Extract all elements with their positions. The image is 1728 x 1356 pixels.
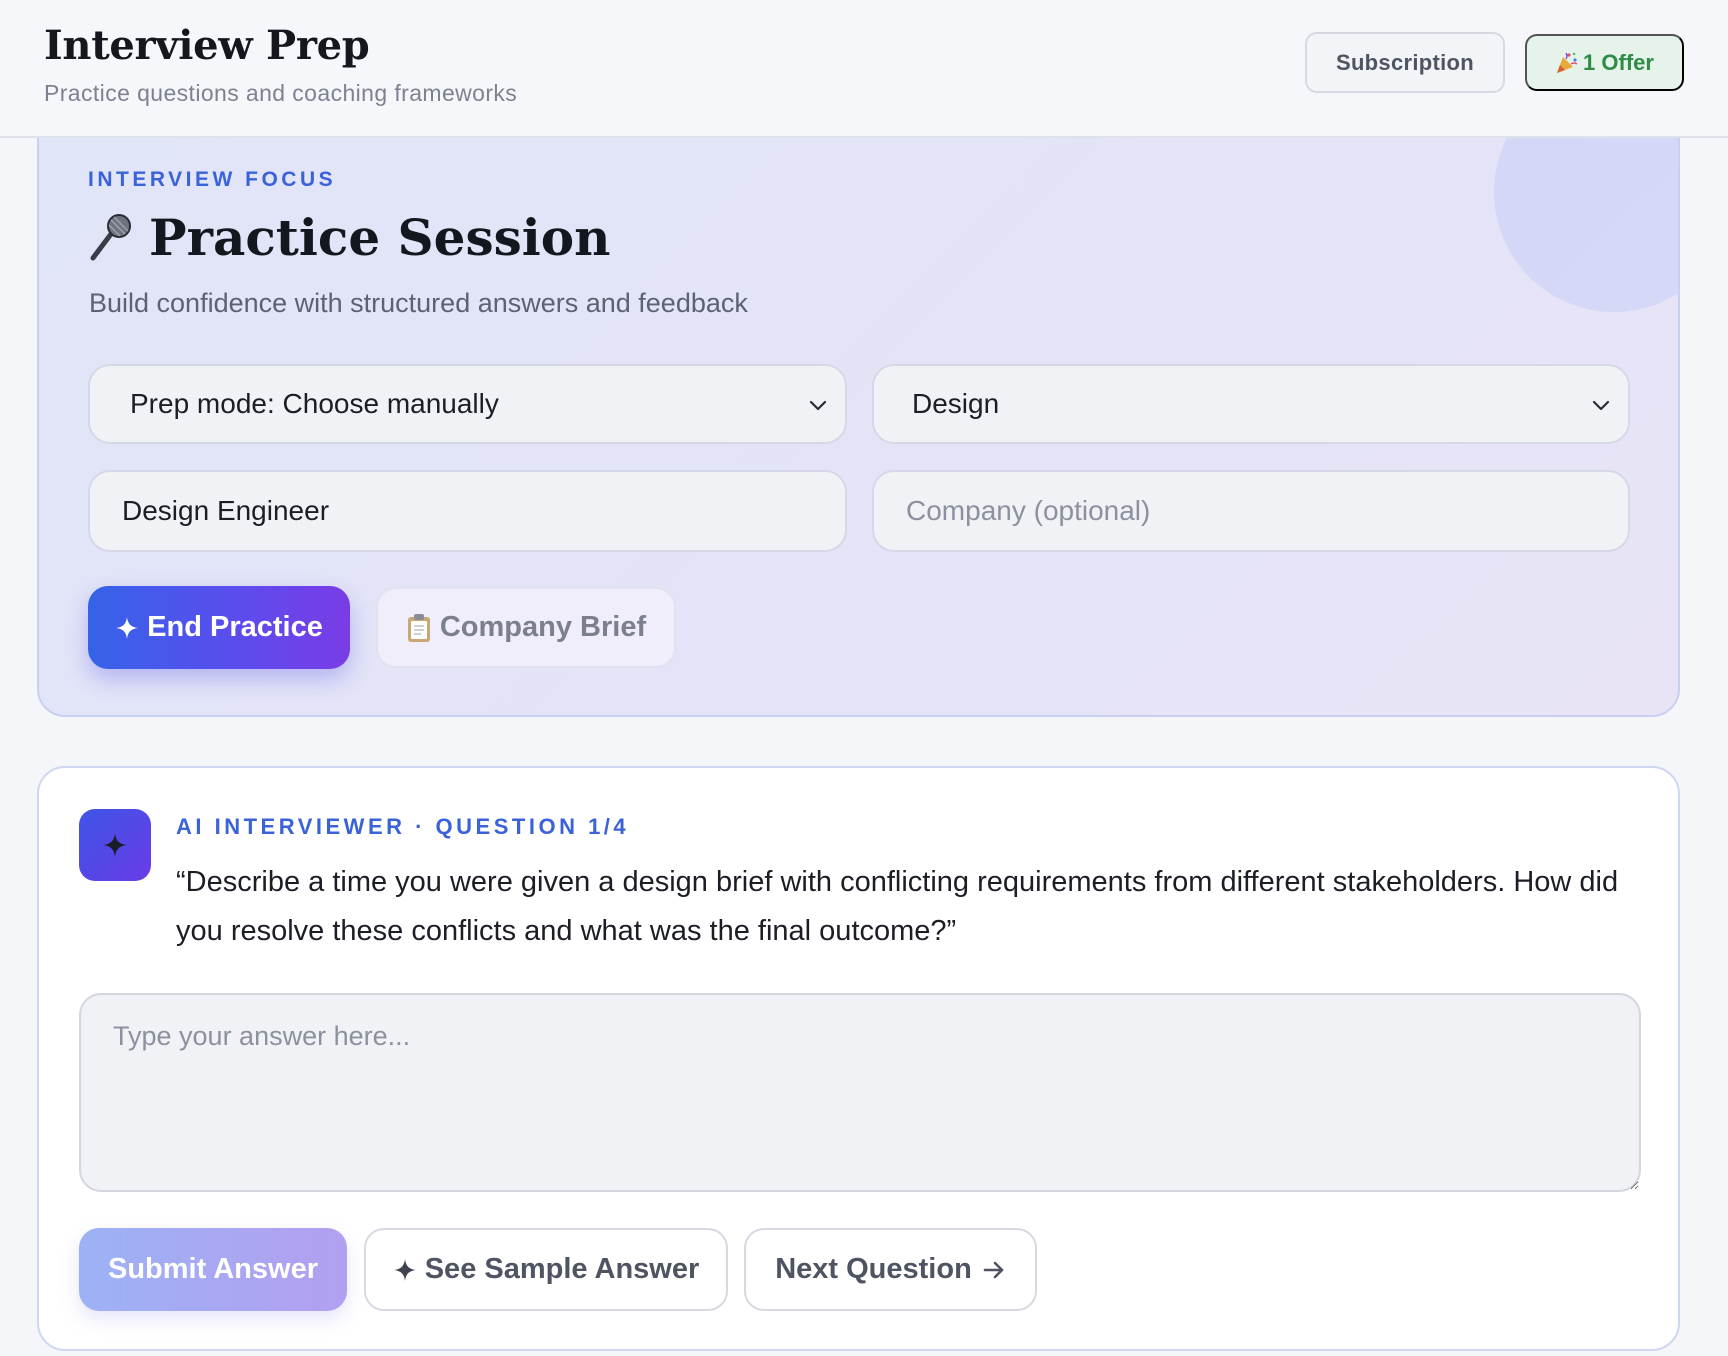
arrow-right-icon <box>983 1261 1004 1278</box>
sparkle-icon <box>116 616 139 639</box>
sparkle-icon <box>393 1258 416 1281</box>
focus-subtitle: Build confidence with structured answers… <box>89 288 748 318</box>
chevron-down-icon <box>1592 400 1610 411</box>
focus-eyebrow: INTERVIEW FOCUS <box>88 168 337 191</box>
decorative-circle <box>1494 112 1678 312</box>
app-subtitle: Practice questions and coaching framewor… <box>44 80 518 106</box>
role-input[interactable] <box>88 470 847 552</box>
see-sample-answer-button[interactable]: See Sample Answer <box>364 1228 728 1311</box>
sparkle-icon <box>103 833 127 857</box>
party-popper-icon <box>1557 52 1578 73</box>
app-header: Interview Prep Practice questions and co… <box>0 0 1728 138</box>
offer-label: 1 Offer <box>1583 49 1654 75</box>
next-question-label: Next Question <box>775 1253 972 1285</box>
page-title-text: Practice Session <box>149 208 611 267</box>
answer-textarea[interactable] <box>79 993 1641 1192</box>
page-title: Practice Session <box>87 208 610 267</box>
company-brief-label: Company Brief <box>439 611 647 643</box>
submit-answer-button[interactable]: Submit Answer <box>79 1228 347 1311</box>
question-eyebrow: AI INTERVIEWER · QUESTION 1/4 <box>176 814 630 839</box>
subscription-button[interactable]: Subscription <box>1305 32 1505 93</box>
end-practice-button[interactable]: End Practice <box>88 586 350 669</box>
app-title: Interview Prep <box>44 22 370 69</box>
prep-mode-select[interactable]: Prep mode: Choose manually <box>88 364 847 444</box>
offer-button[interactable]: 1 Offer <box>1525 34 1684 91</box>
department-select[interactable]: Design <box>872 364 1630 444</box>
clipboard-icon <box>407 613 430 642</box>
company-brief-button[interactable]: Company Brief <box>376 587 676 668</box>
interview-focus-card: INTERVIEW FOCUS Practice Session Build c… <box>37 110 1680 717</box>
department-value: Design <box>912 388 1000 419</box>
prep-mode-value: Prep mode: Choose manually <box>130 388 499 419</box>
see-sample-answer-label: See Sample Answer <box>424 1253 700 1285</box>
end-practice-label: End Practice <box>147 611 323 643</box>
ai-avatar <box>79 809 151 881</box>
chevron-down-icon <box>809 400 827 411</box>
question-text: “Describe a time you were given a design… <box>176 866 1619 947</box>
microphone-icon <box>90 213 131 260</box>
company-input[interactable] <box>872 470 1630 552</box>
ai-interviewer-card: AI INTERVIEWER · QUESTION 1/4 “Describe … <box>37 766 1680 1351</box>
next-question-button[interactable]: Next Question <box>744 1228 1037 1311</box>
